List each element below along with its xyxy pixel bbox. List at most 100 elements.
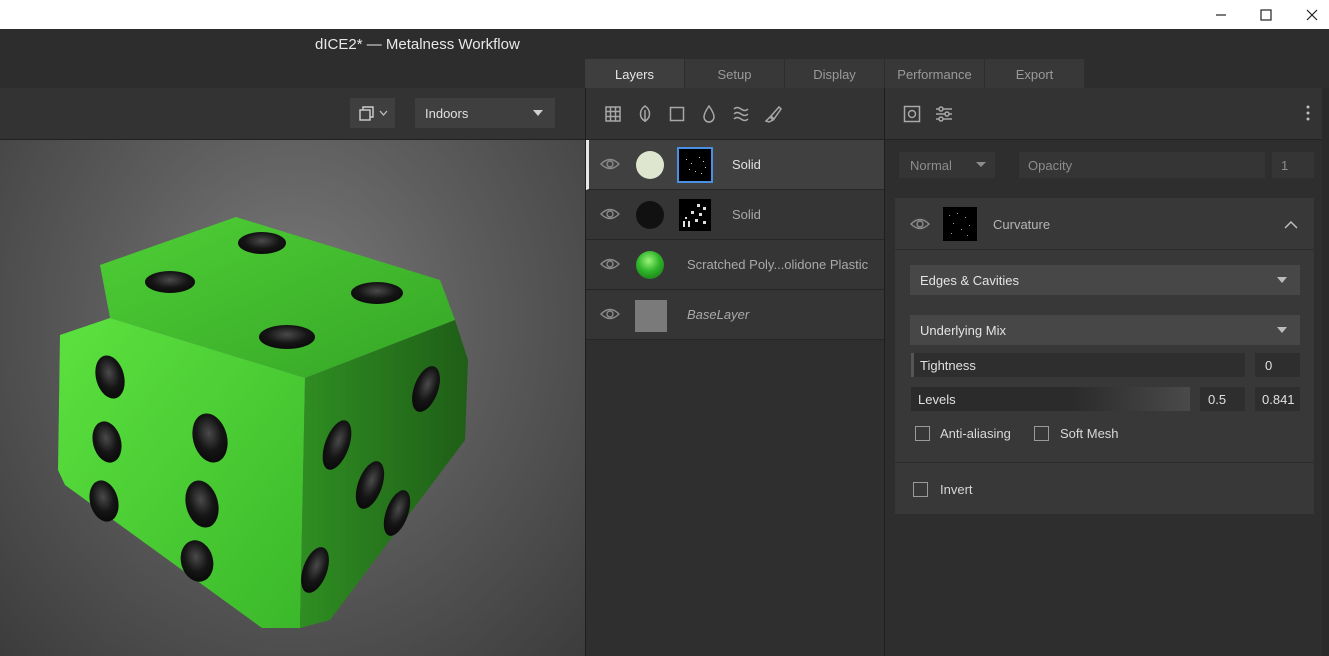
opacity-label: Opacity xyxy=(1028,157,1073,173)
eye-icon[interactable] xyxy=(600,257,620,274)
soft-mesh-checkbox[interactable] xyxy=(1034,426,1049,441)
blend-mode-value: Normal xyxy=(910,157,952,173)
levels-slider[interactable]: Levels xyxy=(911,387,1190,411)
leaf-icon xyxy=(639,104,651,122)
effect-thumbnail xyxy=(943,207,977,241)
levels-high-value: 0.841 xyxy=(1262,391,1295,407)
effect-header[interactable]: Curvature xyxy=(895,198,1314,250)
chevron-down-icon xyxy=(379,110,387,116)
tightness-value-input[interactable]: 0 xyxy=(1255,353,1300,377)
layer-row[interactable]: Solid xyxy=(586,190,884,240)
material-sphere-thumbnail xyxy=(636,251,664,279)
layers-toolbar xyxy=(586,88,884,140)
square-icon xyxy=(669,106,685,121)
adjustments-button[interactable] xyxy=(935,105,953,126)
layer-name: Solid xyxy=(732,207,761,222)
tab-display[interactable]: Display xyxy=(785,59,884,89)
mask-properties-button[interactable] xyxy=(903,105,921,126)
levels-low-input[interactable]: 0.5 xyxy=(1200,387,1245,411)
sliders-icon xyxy=(936,106,952,122)
mix-mode-select[interactable]: Underlying Mix xyxy=(910,315,1300,345)
tab-setup[interactable]: Setup xyxy=(685,59,784,89)
dropdown-caret-icon xyxy=(533,110,543,116)
grid-icon xyxy=(605,105,621,122)
layer-color-swatch xyxy=(636,201,664,229)
mask-icon xyxy=(903,105,921,123)
tightness-slider[interactable]: Tightness xyxy=(911,353,1245,377)
anti-aliasing-label: Anti-aliasing xyxy=(940,426,1011,441)
viewport-toolbar: Indoors xyxy=(0,88,585,140)
layer-name: Solid xyxy=(732,157,761,172)
droplet-icon xyxy=(703,104,715,123)
layer-color-swatch xyxy=(635,300,667,332)
layer-row[interactable]: Solid xyxy=(586,140,884,190)
blend-mode-select[interactable]: Normal xyxy=(899,152,995,178)
tightness-label: Tightness xyxy=(920,357,976,373)
layer-mask-thumbnail[interactable] xyxy=(677,147,713,183)
3d-viewport[interactable] xyxy=(0,140,585,656)
opacity-value-input[interactable]: 1 xyxy=(1272,152,1314,178)
kebab-menu-icon xyxy=(1306,105,1310,121)
tab-export[interactable]: Export xyxy=(985,59,1084,89)
opacity-slider[interactable]: Opacity xyxy=(1019,152,1265,178)
app-header: dICE2* — Metalness Workflow Layers Setup… xyxy=(0,29,1329,89)
maximize-button[interactable] xyxy=(1243,0,1289,29)
camera-view-icon xyxy=(358,106,374,121)
scrollbar[interactable] xyxy=(1322,88,1329,656)
tab-performance[interactable]: Performance xyxy=(885,59,984,89)
minimize-button[interactable] xyxy=(1198,0,1244,29)
window-titlebar xyxy=(0,0,1329,29)
tightness-value: 0 xyxy=(1265,357,1273,373)
levels-low-value: 0.5 xyxy=(1208,391,1227,407)
chevron-up-icon[interactable] xyxy=(1284,217,1298,232)
add-material-button[interactable] xyxy=(636,104,654,123)
close-button[interactable] xyxy=(1289,0,1329,29)
curvature-mode-value: Edges & Cavities xyxy=(920,272,1019,288)
soft-mesh-label: Soft Mesh xyxy=(1060,426,1119,441)
dice-render xyxy=(58,217,468,628)
levels-high-input[interactable]: 0.841 xyxy=(1255,387,1300,411)
effect-name: Curvature xyxy=(993,217,1051,232)
invert-checkbox[interactable] xyxy=(913,482,928,497)
add-solid-button[interactable] xyxy=(668,105,686,123)
camera-view-button[interactable] xyxy=(350,98,395,128)
layer-color-swatch xyxy=(636,151,664,179)
add-liquid-button[interactable] xyxy=(700,104,718,123)
curvature-mode-select[interactable]: Edges & Cavities xyxy=(910,265,1300,295)
eye-icon[interactable] xyxy=(910,217,930,234)
layer-name: Scratched Poly...olidone Plastic xyxy=(687,257,869,272)
waves-icon xyxy=(733,106,749,121)
properties-panel: Normal Opacity 1 Curvature Edges & Cavit… xyxy=(885,88,1329,656)
add-noise-button[interactable] xyxy=(732,105,750,123)
anti-aliasing-checkbox[interactable] xyxy=(915,426,930,441)
tab-layers[interactable]: Layers xyxy=(585,59,684,89)
opacity-value: 1 xyxy=(1281,157,1289,173)
maximize-icon xyxy=(1260,8,1272,21)
mix-mode-value: Underlying Mix xyxy=(920,322,1006,338)
close-icon xyxy=(1306,9,1318,20)
divider xyxy=(895,462,1314,463)
dropdown-caret-icon xyxy=(1277,277,1287,283)
curvature-effect-card: Curvature Edges & Cavities Underlying Mi… xyxy=(895,198,1314,514)
layers-panel: Solid Solid Scratched Poly...olidone Pla… xyxy=(585,88,885,656)
invert-label: Invert xyxy=(940,482,973,497)
eye-icon[interactable] xyxy=(600,157,620,174)
app-title: dICE2* — Metalness Workflow xyxy=(315,36,520,53)
layer-row[interactable]: BaseLayer xyxy=(586,290,884,340)
brush-icon xyxy=(764,105,782,123)
environment-select-value: Indoors xyxy=(425,105,469,121)
add-fill-layer-button[interactable] xyxy=(604,105,622,123)
more-options-button[interactable] xyxy=(1305,104,1311,125)
dropdown-caret-icon xyxy=(1277,327,1287,333)
levels-label: Levels xyxy=(918,391,956,407)
layer-mask-thumbnail[interactable] xyxy=(679,199,711,231)
properties-toolbar xyxy=(885,88,1329,140)
eye-icon[interactable] xyxy=(600,207,620,224)
layer-row[interactable]: Scratched Poly...olidone Plastic xyxy=(586,240,884,290)
environment-select[interactable]: Indoors xyxy=(415,98,555,128)
add-paint-button[interactable] xyxy=(764,105,782,123)
minimize-icon xyxy=(1216,13,1226,16)
eye-icon[interactable] xyxy=(600,307,620,324)
dropdown-caret-icon xyxy=(976,162,986,167)
layer-name: BaseLayer xyxy=(687,307,750,322)
